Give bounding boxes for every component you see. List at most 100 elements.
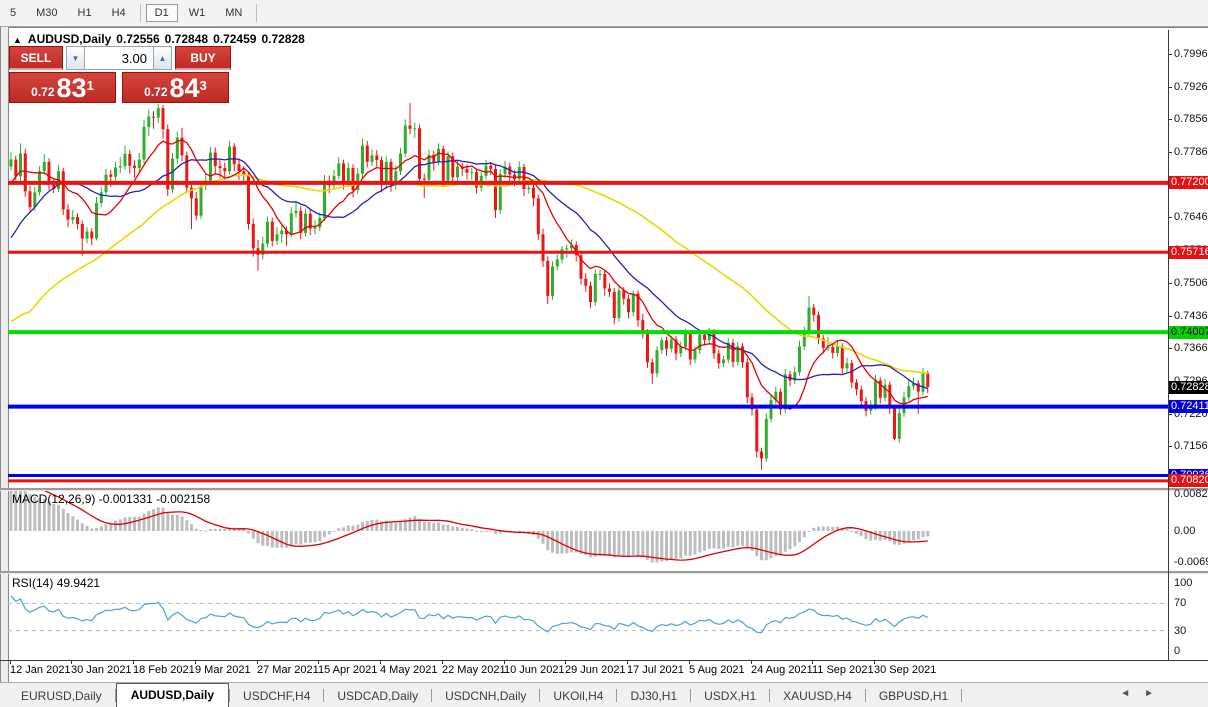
sell-button[interactable]: SELL [9, 46, 63, 70]
macd-signal-value: -0.002158 [156, 492, 211, 506]
rsi-name: RSI [12, 576, 33, 590]
buy-price-display[interactable]: 0.72 84 3 [122, 72, 229, 103]
price-tag-0.70820: 0.70820 [1168, 474, 1208, 487]
macd-pane-separator[interactable] [0, 488, 1208, 491]
rsi-axis-label: 100 [1174, 577, 1193, 589]
timeframe-button-D1[interactable]: D1 [145, 4, 178, 22]
tab-USDX,H1[interactable]: USDX,H1 [691, 685, 769, 707]
rsi-axis-label: 30 [1174, 625, 1187, 637]
buy-price-prefix: 0.72 [144, 85, 168, 99]
timeframe-button-MN[interactable]: MN [216, 4, 251, 22]
ohlc-close: 0.72828 [261, 32, 305, 46]
date-label: 10 Jun 2021 [504, 664, 565, 676]
price-tick-label: 0.71560 [1174, 440, 1208, 452]
tab-scroll-left-icon[interactable]: ◄ [1120, 688, 1144, 699]
price-tick-label: 0.75060 [1174, 277, 1208, 289]
ohlc-high: 0.72848 [164, 32, 209, 46]
macd-axis-label: -0.006987 [1174, 556, 1208, 568]
rsi-pane-separator[interactable] [0, 571, 1208, 574]
rsi-label: RSI(14) 49.9421 [12, 576, 100, 590]
price-tag-0.72828: 0.72828 [1168, 381, 1208, 394]
price-tick-label: 0.79960 [1174, 48, 1208, 60]
timeframe-button-M30[interactable]: M30 [27, 4, 66, 22]
price-tag-0.77200: 0.77200 [1168, 176, 1208, 189]
rsi-value: 49.9421 [56, 576, 101, 590]
tab-scroll-right-icon[interactable]: ► [1144, 688, 1168, 699]
buy-price-main: 84 [169, 73, 200, 103]
sell-price-prefix: 0.72 [31, 85, 55, 99]
tab-XAUUSD,H4[interactable]: XAUUSD,H4 [770, 685, 865, 707]
symbol-period-label: AUDUSD,Daily [27, 32, 112, 46]
date-label: 18 Feb 2021 [133, 664, 195, 676]
volume-input[interactable]: 3.00 [85, 46, 153, 70]
timeframe-button-H4[interactable]: H4 [103, 4, 135, 22]
tab-EURUSD,Daily[interactable]: EURUSD,Daily [8, 685, 115, 707]
price-tick-label: 0.79260 [1174, 81, 1208, 93]
tab-UKOil,H4[interactable]: UKOil,H4 [540, 685, 616, 707]
date-label: 15 Apr 2021 [318, 664, 378, 676]
price-tick-label: 0.73660 [1174, 342, 1208, 354]
macd-params: (12,26,9) [47, 492, 96, 506]
buy-price-pip: 3 [199, 78, 207, 93]
tab-DJ30,H1[interactable]: DJ30,H1 [617, 685, 690, 707]
tab-USDCHF,H4[interactable]: USDCHF,H4 [230, 685, 323, 707]
sell-price-display[interactable]: 0.72 83 1 [9, 72, 116, 103]
volume-decrease-icon[interactable]: ▼ [66, 46, 85, 70]
tab-separator [961, 689, 963, 702]
macd-name: MACD [12, 492, 48, 506]
timeframe-button-W1[interactable]: W1 [180, 4, 215, 22]
date-label: 22 May 2021 [442, 664, 506, 676]
one-click-trading-panel: SELL ▼ 3.00 ▲ BUY 0.72 83 1 0.72 84 3 [9, 46, 231, 103]
chart-tabs: EURUSD,Daily AUDUSD,Daily USDCHF,H4 USDCAD,… [8, 683, 963, 707]
date-label: 11 Sep 2021 [812, 664, 874, 676]
price-tick-label: 0.76460 [1174, 211, 1208, 223]
macd-value: -0.001331 [98, 492, 153, 506]
chart-tab-bar: EURUSD,Daily AUDUSD,Daily USDCHF,H4 USDCAD,… [0, 682, 1208, 707]
toolbar-separator [256, 4, 258, 22]
rsi-axis-label: 70 [1174, 597, 1187, 609]
buy-button[interactable]: BUY [175, 46, 231, 70]
timeframe-toolbar: 5 M30 H1 H4 D1 W1 MN [0, 0, 1208, 27]
rsi-params: (14) [32, 576, 54, 590]
chart-header: ▲ AUDUSD,Daily 0.72556 0.72848 0.72459 0.7282… [13, 32, 310, 46]
timeframe-button-H1[interactable]: H1 [69, 4, 101, 22]
date-label: 9 Mar 2021 [195, 664, 251, 676]
date-label: 30 Jan 2021 [71, 664, 132, 676]
mt4-terminal: 5 M30 H1 H4 D1 W1 MN ▲ AUDUSD,Daily 0.72556 0.728… [0, 0, 1208, 707]
timeframe-button-5[interactable]: 5 [1, 4, 25, 22]
price-tag-0.72411: 0.72411 [1168, 400, 1208, 413]
tab-AUDUSD,Daily[interactable]: AUDUSD,Daily [115, 683, 230, 707]
price-tag-0.75716: 0.75716 [1168, 246, 1208, 259]
macd-axis-label: 0.008253 [1174, 488, 1208, 500]
tab-USDCAD,Daily[interactable]: USDCAD,Daily [324, 685, 431, 707]
axis-separator-line [1168, 30, 1169, 660]
price-tick-label: 0.77860 [1174, 146, 1208, 158]
date-label: 29 Jun 2021 [565, 664, 626, 676]
price-tag-0.74007: 0.74007 [1168, 326, 1208, 339]
date-label: 30 Sep 2021 [874, 664, 937, 676]
collapse-panel-icon[interactable]: ▲ [13, 35, 22, 45]
ohlc-open: 0.72556 [116, 32, 160, 46]
date-label: 4 May 2021 [380, 664, 438, 676]
date-label: 27 Mar 2021 [257, 664, 319, 676]
sell-price-pip: 1 [86, 78, 94, 93]
tab-GBPUSD,H1[interactable]: GBPUSD,H1 [866, 685, 961, 707]
date-label: 24 Aug 2021 [751, 664, 813, 676]
date-label: 12 Jan 2021 [10, 664, 71, 676]
tab-USDCNH,Daily[interactable]: USDCNH,Daily [432, 685, 539, 707]
date-label: 17 Jul 2021 [627, 664, 684, 676]
toolbar-separator [139, 4, 141, 22]
rsi-axis-label: 0 [1174, 645, 1181, 657]
sell-price-main: 83 [56, 73, 87, 103]
date-label: 5 Aug 2021 [689, 664, 745, 676]
volume-increase-icon[interactable]: ▲ [153, 46, 172, 70]
macd-axis-label: 0.00 [1174, 525, 1196, 537]
date-axis-line [0, 660, 1208, 661]
ohlc-low: 0.72459 [213, 32, 257, 46]
tab-scroll-arrows: ◄► [1120, 688, 1168, 699]
rsi-pane[interactable] [8, 573, 1168, 659]
volume-spinner: ▼ 3.00 ▲ [66, 46, 172, 70]
price-tick-label: 0.74360 [1174, 310, 1208, 322]
macd-label: MACD(12,26,9) -0.001331 -0.002158 [12, 492, 210, 506]
price-tick-label: 0.78560 [1174, 113, 1208, 125]
